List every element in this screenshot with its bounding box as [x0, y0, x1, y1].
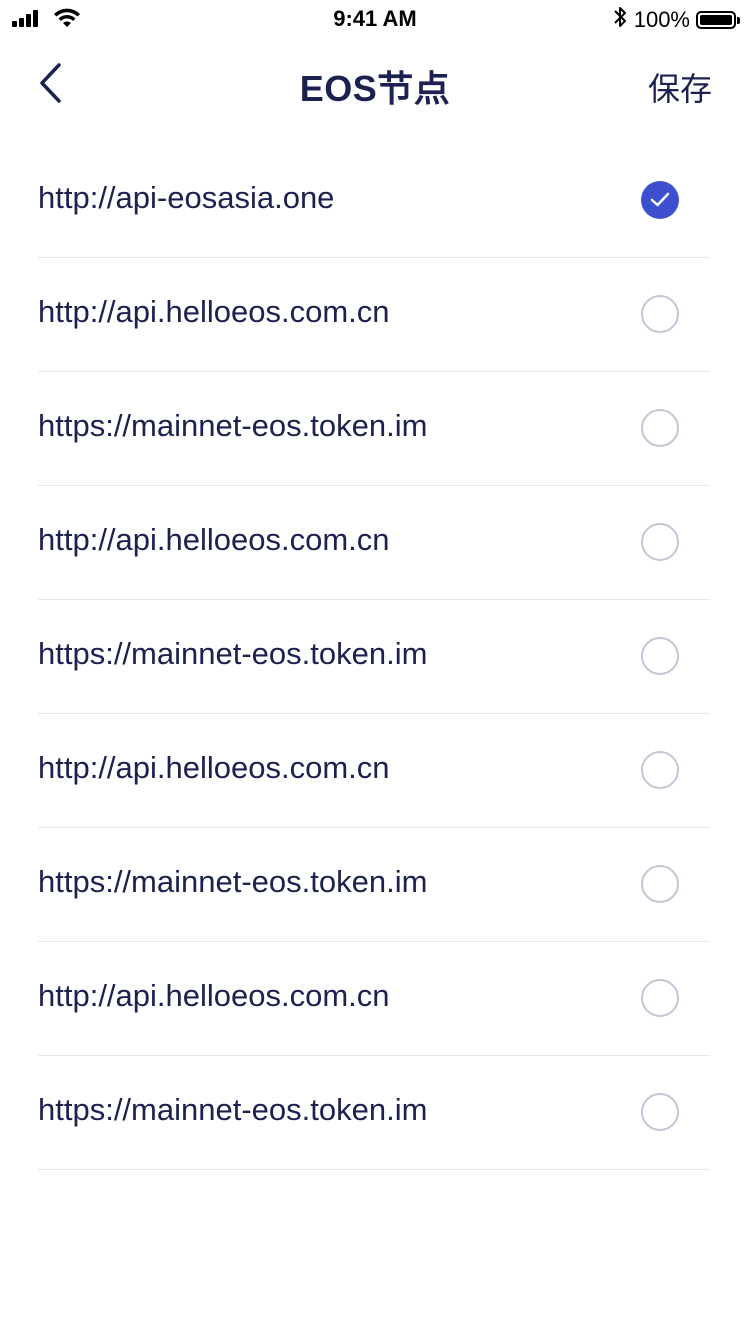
radio-unchecked[interactable] [641, 409, 679, 447]
status-right: 100% [612, 5, 740, 35]
node-list-item[interactable]: https://mainnet-eos.token.im [38, 1056, 710, 1170]
node-url: http://api.helloeos.com.cn [38, 522, 390, 557]
node-url: http://api.helloeos.com.cn [38, 978, 390, 1013]
radio-unchecked[interactable] [641, 1093, 679, 1131]
node-list-item[interactable]: http://api.helloeos.com.cn [38, 486, 710, 600]
battery-icon [696, 11, 740, 29]
battery-fill [700, 15, 732, 25]
node-url: https://mainnet-eos.token.im [38, 1092, 428, 1127]
radio-unchecked[interactable] [641, 523, 679, 561]
battery-percentage: 100% [633, 7, 690, 32]
node-list: http://api-eosasia.one http://api.helloeo… [0, 144, 750, 1170]
radio-unchecked[interactable] [641, 751, 679, 789]
node-list-item[interactable]: http://api.helloeos.com.cn [38, 942, 710, 1056]
radio-unchecked[interactable] [641, 979, 679, 1017]
bluetooth-icon [612, 5, 628, 35]
battery-cap [737, 17, 740, 24]
node-list-item[interactable]: http://api.helloeos.com.cn [38, 258, 710, 372]
status-bar: 9:41 AM 100% [0, 0, 750, 40]
node-list-item[interactable]: http://api-eosasia.one [38, 144, 710, 258]
node-url: https://mainnet-eos.token.im [38, 408, 428, 443]
save-button[interactable]: 保存 [648, 64, 712, 110]
node-list-item[interactable]: http://api.helloeos.com.cn [38, 714, 710, 828]
node-list-item[interactable]: https://mainnet-eos.token.im [38, 372, 710, 486]
radio-unchecked[interactable] [641, 865, 679, 903]
radio-unchecked[interactable] [641, 295, 679, 333]
node-url: http://api.helloeos.com.cn [38, 294, 390, 329]
checkmark-icon [650, 192, 670, 207]
radio-unchecked[interactable] [641, 637, 679, 675]
navigation-bar: EOS节点 保存 [0, 40, 750, 128]
node-url: https://mainnet-eos.token.im [38, 864, 428, 899]
node-url: https://mainnet-eos.token.im [38, 636, 428, 671]
node-url: http://api.helloeos.com.cn [38, 750, 390, 785]
node-url: http://api-eosasia.one [38, 180, 335, 215]
node-list-item[interactable]: https://mainnet-eos.token.im [38, 600, 710, 714]
node-list-item[interactable]: https://mainnet-eos.token.im [38, 828, 710, 942]
radio-checked[interactable] [641, 181, 679, 219]
page-title: EOS节点 [299, 68, 451, 109]
